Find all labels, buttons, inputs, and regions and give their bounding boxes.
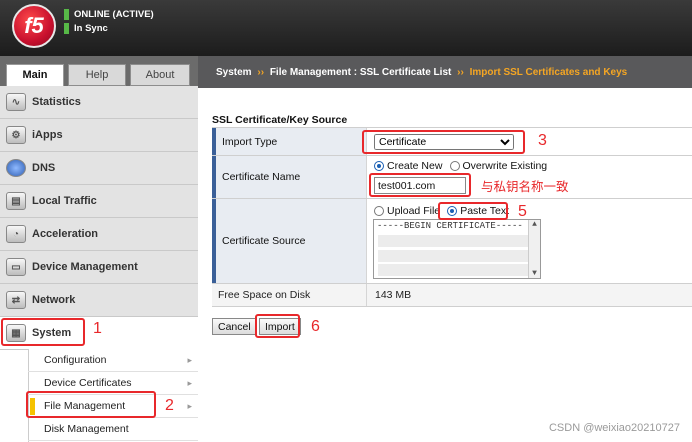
sidebar-item-local-traffic[interactable]: ▤ Local Traffic — [0, 185, 198, 218]
annotation-box-import-type — [362, 130, 525, 154]
radio-unchecked-icon — [449, 161, 460, 171]
breadcrumb-sep: ›› — [257, 67, 265, 78]
import-type-label: Import Type — [212, 128, 366, 155]
free-space-value: 143 MB — [366, 284, 692, 306]
upload-file-label: Upload File — [387, 205, 441, 217]
cert-source-label-text: Certificate Source — [222, 235, 306, 247]
sidebar-item-iapps[interactable]: ⚙ iApps — [0, 119, 198, 152]
sidebar-item-label: Acceleration — [32, 228, 99, 240]
create-new-radio[interactable]: Create New — [374, 160, 442, 172]
sidebar-item-label: Statistics — [32, 96, 81, 108]
sidebar-item-statistics[interactable]: ∿ Statistics — [0, 86, 198, 119]
sidebar-item-label: DNS — [32, 162, 56, 174]
annotation-box-system — [1, 318, 85, 346]
sidebar-item-dns[interactable]: DNS — [0, 152, 198, 185]
pem-scrollbar[interactable]: ▲ ▼ — [528, 220, 540, 278]
status-sync-text: In Sync — [74, 23, 108, 34]
breadcrumb-system[interactable]: System — [216, 67, 252, 78]
statistics-icon: ∿ — [6, 93, 26, 111]
scroll-up-icon[interactable]: ▲ — [529, 220, 540, 229]
free-space-label-text: Free Space on Disk — [218, 289, 311, 301]
pem-textarea[interactable]: -----BEGIN CERTIFICATE----- ▲ ▼ — [373, 219, 541, 279]
watermark: CSDN @weixiao20210727 — [548, 422, 680, 434]
submenu-label: Device Certificates — [44, 377, 132, 389]
globe-icon — [6, 159, 26, 177]
f5-logo[interactable]: f5 — [12, 4, 56, 48]
scroll-down-icon[interactable]: ▼ — [529, 269, 540, 278]
blurred-text — [378, 235, 528, 247]
submenu-label: Configuration — [44, 354, 107, 366]
pem-first-line: -----BEGIN CERTIFICATE----- — [377, 221, 523, 231]
sidebar-item-label: Network — [32, 294, 76, 306]
tab-about[interactable]: About — [130, 64, 190, 86]
free-space-label: Free Space on Disk — [212, 284, 366, 306]
iapps-icon: ⚙ — [6, 126, 26, 144]
sidebar-item-label: Local Traffic — [32, 195, 97, 207]
annotation-box-file-management — [26, 391, 156, 418]
annotation-box-paste-text — [438, 202, 508, 220]
breadcrumb-ssl-list[interactable]: File Management : SSL Certificate List — [270, 67, 452, 78]
submenu-configuration[interactable]: Configuration ▸ — [28, 349, 198, 372]
cert-name-mode: Create New Overwrite Existing — [374, 160, 547, 174]
chevron-right-icon: ▸ — [187, 378, 192, 388]
cert-name-label: Certificate Name — [212, 156, 366, 198]
breadcrumb: System ›› File Management : SSL Certific… — [216, 67, 627, 78]
radio-checked-icon — [374, 161, 384, 171]
divider — [212, 306, 692, 307]
cert-source-label: Certificate Source — [212, 199, 366, 283]
local-traffic-icon: ▤ — [6, 192, 26, 210]
annotation-note: 与私钥名称一致 — [481, 180, 569, 194]
blurred-text — [378, 250, 528, 262]
annotation-number: 1 — [93, 320, 102, 337]
gauge-icon: ◔ — [6, 225, 26, 243]
breadcrumb-sep: ›› — [457, 67, 464, 78]
submenu-label: Disk Management — [44, 423, 129, 435]
cancel-button[interactable]: Cancel — [212, 318, 257, 335]
device-icon: ▭ — [6, 258, 26, 276]
sidebar-item-acceleration[interactable]: ◔ Acceleration — [0, 218, 198, 251]
sidebar-item-label: iApps — [32, 129, 63, 141]
annotation-number: 5 — [518, 203, 527, 220]
status-online: ONLINE (ACTIVE) — [64, 9, 154, 20]
sidebar-item-label: Device Management — [32, 261, 138, 273]
radio-unchecked-icon — [374, 206, 384, 216]
breadcrumb-current: Import SSL Certificates and Keys — [469, 67, 628, 78]
free-space-value-text: 143 MB — [375, 289, 412, 301]
submenu-disk-management[interactable]: Disk Management — [28, 418, 198, 441]
create-new-label: Create New — [387, 160, 443, 172]
annotation-number: 3 — [538, 132, 547, 149]
status-sync: In Sync — [64, 23, 108, 34]
network-icon: ⇄ — [6, 291, 26, 309]
upload-file-radio[interactable]: Upload File — [374, 205, 440, 217]
overwrite-existing-label: Overwrite Existing — [462, 160, 548, 172]
annotation-number: 2 — [165, 397, 174, 414]
section-title: SSL Certificate/Key Source — [212, 114, 348, 126]
import-type-label-text: Import Type — [222, 135, 278, 148]
blurred-text — [378, 264, 528, 276]
overwrite-existing-radio[interactable]: Overwrite Existing — [449, 160, 548, 172]
sidebar-item-device-management[interactable]: ▭ Device Management — [0, 251, 198, 284]
sidebar-item-network[interactable]: ⇄ Network — [0, 284, 198, 317]
cert-name-label-text: Certificate Name — [222, 171, 301, 183]
annotation-number: 6 — [311, 318, 320, 335]
chevron-right-icon: ▸ — [187, 401, 192, 411]
tab-main[interactable]: Main — [6, 64, 64, 86]
annotation-box-cert-name — [369, 173, 471, 197]
chevron-right-icon: ▸ — [187, 355, 192, 365]
annotation-box-import — [255, 314, 300, 338]
tab-help[interactable]: Help — [68, 64, 126, 86]
status-online-text: ONLINE (ACTIVE) — [74, 9, 154, 20]
